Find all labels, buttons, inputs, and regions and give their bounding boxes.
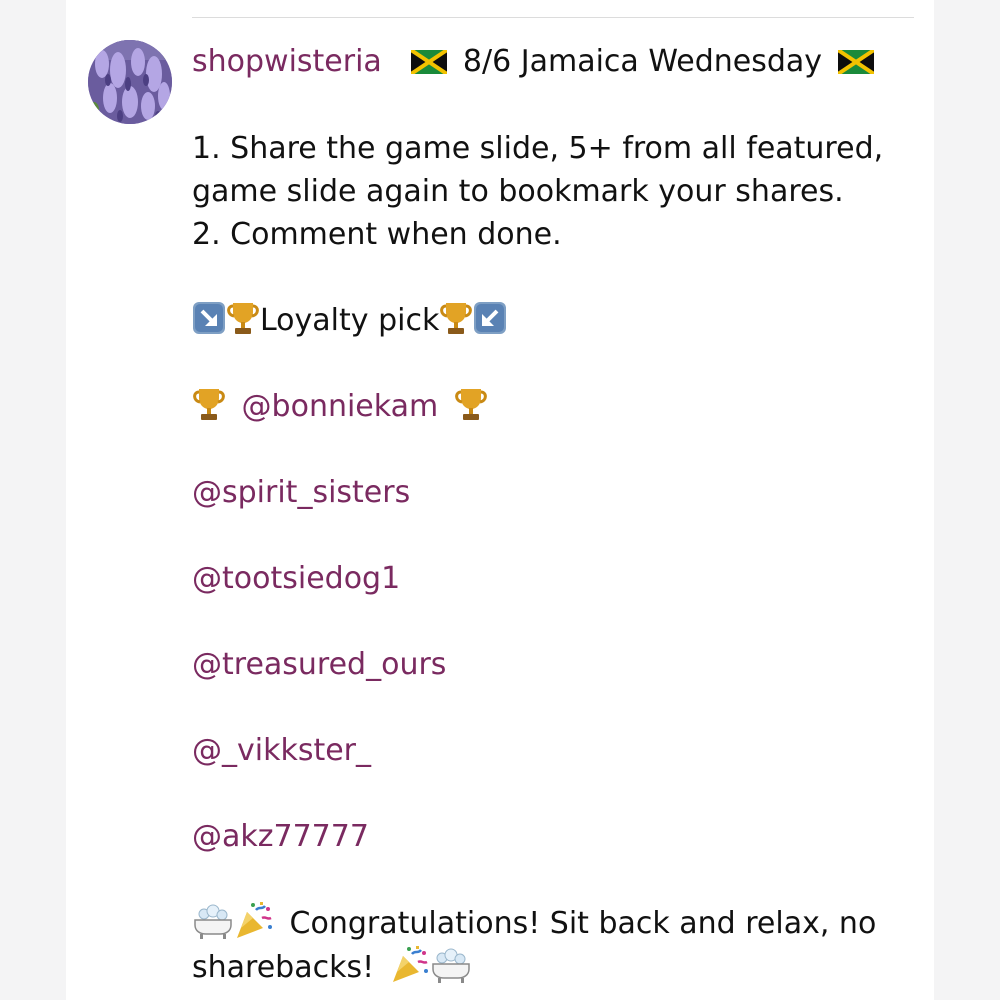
trophy-icon — [454, 389, 487, 420]
post-title: 8/6 Jamaica Wednesday — [462, 44, 823, 79]
closing-text: Congratulations! Sit back and relax, no — [289, 906, 877, 941]
instruction-line: 1. Share the game slide, 5+ from all fea… — [192, 131, 884, 166]
closing-line: Congratulations! Sit back and relax, no — [192, 901, 922, 945]
trophy-icon — [193, 389, 225, 420]
featured-mention[interactable]: @spirit_sisters — [192, 471, 922, 514]
trophy-icon — [440, 303, 473, 334]
closing-line: sharebacks! — [192, 945, 922, 989]
page: shopwisteria 8/6 Jamaica Wednesday 1. Sh… — [0, 0, 1000, 1000]
bathtub-icon — [431, 948, 470, 983]
arrow-down-left-icon — [474, 302, 507, 334]
instruction-line: game slide again to bookmark your shares… — [192, 174, 844, 209]
post-header: shopwisteria 8/6 Jamaica Wednesday — [192, 40, 922, 83]
post-body: shopwisteria 8/6 Jamaica Wednesday 1. Sh… — [192, 40, 922, 989]
top-divider — [192, 17, 914, 18]
instruction-line: 2. Comment when done. — [192, 217, 562, 252]
party-popper-icon — [237, 902, 272, 938]
featured-mention[interactable]: @_vikkster_ — [192, 729, 922, 772]
arrow-down-right-icon — [193, 302, 225, 334]
loyalty-pick-mention[interactable]: @bonniekam — [242, 389, 439, 424]
featured-mention[interactable]: @tootsiedog1 — [192, 557, 922, 600]
wisteria-avatar-image — [88, 40, 172, 124]
loyalty-heading: Loyalty pick — [192, 299, 922, 342]
avatar[interactable] — [88, 40, 172, 124]
trophy-icon — [227, 303, 259, 334]
jamaica-flag-icon — [411, 50, 448, 74]
username-link[interactable]: shopwisteria — [192, 44, 382, 79]
loyalty-pick-line: @bonniekam — [192, 385, 922, 428]
closing-text: sharebacks! — [192, 950, 375, 985]
jamaica-flag-icon — [837, 50, 874, 74]
loyalty-label: Loyalty pick — [260, 303, 440, 338]
featured-mention[interactable]: @akz77777 — [192, 815, 922, 858]
featured-mention[interactable]: @treasured_ours — [192, 643, 922, 686]
bathtub-icon — [194, 904, 232, 939]
party-popper-icon — [392, 946, 428, 982]
